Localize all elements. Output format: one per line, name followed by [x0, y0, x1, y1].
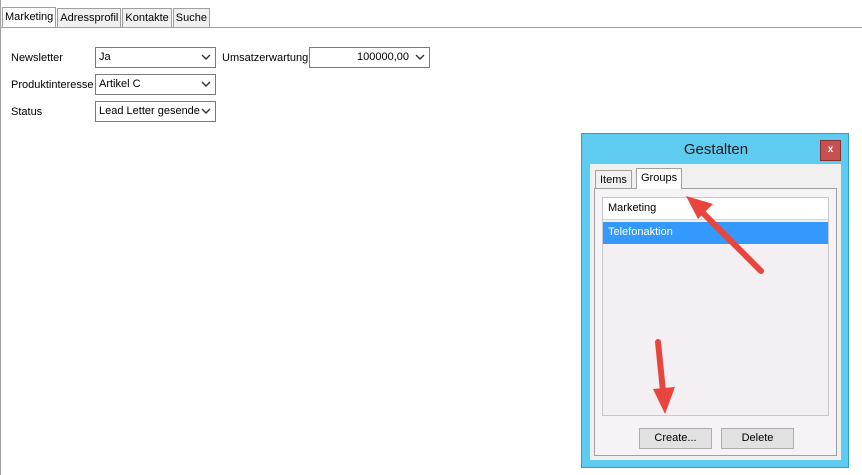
close-icon: x — [827, 144, 834, 155]
tab-marketing[interactable]: Marketing — [2, 7, 57, 28]
close-button[interactable]: x — [820, 140, 841, 161]
create-button[interactable]: Create... — [639, 428, 712, 449]
tabstrip-divider — [0, 27, 862, 28]
chevron-down-icon — [413, 48, 427, 67]
list-header-marketing[interactable]: Marketing — [603, 198, 828, 220]
dialog-body: Items Groups Marketing Telefonaktion Cre… — [590, 164, 841, 460]
chevron-down-icon — [199, 75, 213, 94]
umsatzerwartung-label: Umsatzerwartung — [222, 52, 309, 64]
newsletter-dropdown[interactable]: Ja — [95, 47, 216, 68]
status-label: Status — [11, 106, 43, 118]
umsatzerwartung-value: 100000,00 — [357, 51, 409, 63]
tab-groups[interactable]: Groups — [636, 168, 683, 189]
groups-panel: Marketing Telefonaktion Create... Delete — [594, 188, 837, 456]
gestalten-dialog: Gestalten x Items Groups Marketing Telef… — [581, 133, 849, 468]
chevron-down-icon — [199, 102, 213, 121]
produktinteresse-label: Produktinteresse — [11, 79, 94, 91]
status-dropdown[interactable]: Lead Letter gesende — [95, 101, 216, 122]
tab-adressprofil[interactable]: Adressprofil — [57, 8, 122, 28]
produktinteresse-dropdown[interactable]: Artikel C — [95, 74, 216, 95]
produktinteresse-value: Artikel C — [99, 78, 141, 90]
chevron-down-icon — [199, 48, 213, 67]
status-value: Lead Letter gesende — [99, 105, 200, 117]
dialog-title: Gestalten — [683, 141, 749, 158]
newsletter-value: Ja — [99, 51, 111, 63]
window-border — [0, 0, 1, 475]
newsletter-label: Newsletter — [11, 52, 63, 64]
umsatzerwartung-dropdown[interactable]: 100000,00 — [309, 47, 430, 68]
main-tabstrip: Marketing Adressprofil Kontakte Suche — [2, 7, 211, 28]
delete-button[interactable]: Delete — [721, 428, 794, 449]
tab-kontakte[interactable]: Kontakte — [122, 8, 172, 28]
groups-list: Marketing Telefonaktion — [602, 197, 829, 416]
tab-items[interactable]: Items — [595, 170, 632, 189]
tab-suche[interactable]: Suche — [172, 8, 210, 28]
list-item[interactable]: Telefonaktion — [603, 222, 828, 244]
